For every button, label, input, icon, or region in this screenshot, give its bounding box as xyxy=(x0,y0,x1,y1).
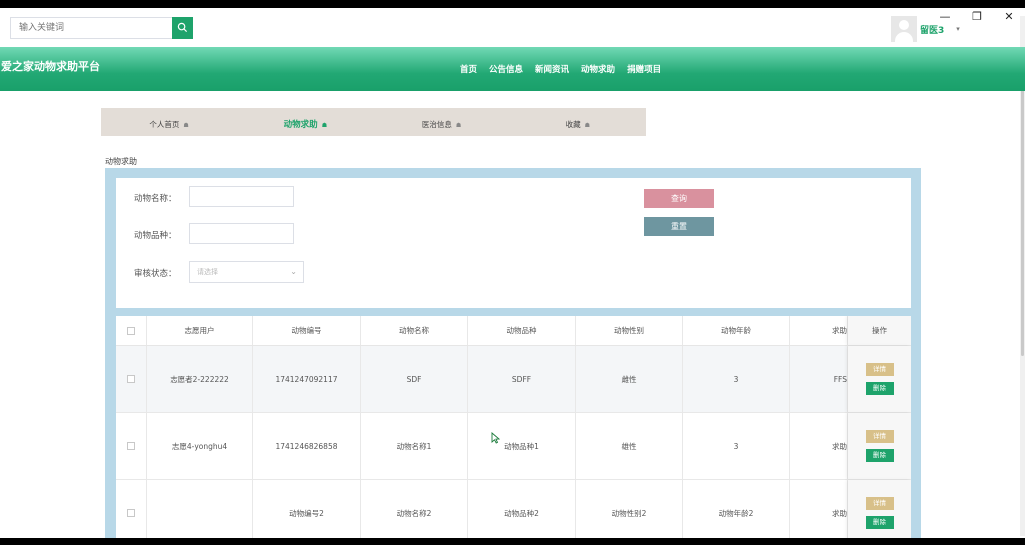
table-cell: 动物名称2 xyxy=(361,480,468,538)
home-icon: ☗ xyxy=(183,122,189,129)
animal-help-table: 志愿用户 动物编号 动物名称 动物品种 动物性别 动物年龄 求助 操作 志愿者2… xyxy=(116,316,911,538)
review-status-label: 审核状态： xyxy=(134,269,177,279)
column-header[interactable]: 志愿用户 xyxy=(147,316,253,345)
table-row: 志愿4-yonghu4 1741246826858 动物名称1 动物品种1 雄性… xyxy=(116,413,911,480)
restore-button[interactable]: ❐ xyxy=(961,8,993,30)
column-header[interactable]: 动物品种 xyxy=(468,316,576,345)
detail-button[interactable]: 详情 xyxy=(865,430,894,443)
table-cell: 求助 xyxy=(790,480,848,538)
row-select-cell xyxy=(116,346,147,412)
column-header[interactable]: 动物编号 xyxy=(253,316,361,345)
table-cell: SDFF xyxy=(468,346,576,412)
table-cell: FFS xyxy=(790,346,848,412)
content-panel: 动物名称： 动物品种： 审核状态： 请选择 ⌄ 查询 重置 志愿用户 动物编号 … xyxy=(105,168,921,538)
reset-button[interactable]: 重置 xyxy=(644,217,714,236)
select-all-cell xyxy=(116,316,147,345)
query-button[interactable]: 查询 xyxy=(644,189,714,208)
table-cell: 动物品种1 xyxy=(468,413,576,479)
scrollbar-thumb[interactable] xyxy=(1021,56,1024,356)
delete-button[interactable]: 删除 xyxy=(865,382,894,395)
column-header: 操作 xyxy=(848,316,911,345)
app-window: — ❐ ✕ 留医3 ▾ 爱之家动物求助平台 首页 公告信息 新闻资讯 动物求助 … xyxy=(0,8,1025,538)
table-row: 志愿者2-222222 1741247092117 SDF SDFF 雌性 3 … xyxy=(116,346,911,413)
site-header: 爱之家动物求助平台 首页 公告信息 新闻资讯 动物求助 捐赠项目 xyxy=(0,47,1025,91)
column-header[interactable]: 求助 xyxy=(790,316,848,345)
row-actions: 详情 删除 xyxy=(848,346,911,412)
row-actions: 详情 删除 xyxy=(848,413,911,479)
table-cell: 3 xyxy=(683,346,790,412)
select-placeholder: 请选择 xyxy=(197,268,218,276)
search-input[interactable] xyxy=(10,17,172,39)
column-header[interactable]: 动物性别 xyxy=(576,316,683,345)
tab-label: 医治信息 xyxy=(421,120,452,129)
user-center-tabs: 个人首页 ☗ 动物求助 ☗ 医治信息 ☗ 收藏 ☗ xyxy=(101,108,646,136)
username[interactable]: 留医3 xyxy=(920,23,944,36)
page-scrollbar[interactable] xyxy=(1020,16,1025,536)
tab-profile[interactable]: 个人首页 ☗ xyxy=(101,108,237,136)
column-header[interactable]: 动物名称 xyxy=(361,316,468,345)
row-checkbox[interactable] xyxy=(127,442,135,450)
table-cell: 1741247092117 xyxy=(253,346,361,412)
row-checkbox[interactable] xyxy=(127,509,135,517)
delete-button[interactable]: 删除 xyxy=(865,516,894,529)
nav-item-animal-help[interactable]: 动物求助 xyxy=(581,63,615,75)
table-row: 动物编号2 动物名称2 动物品种2 动物性别2 动物年龄2 求助 详情 删除 xyxy=(116,480,911,538)
chevron-down-icon: ⌄ xyxy=(290,267,297,276)
table-header: 志愿用户 动物编号 动物名称 动物品种 动物性别 动物年龄 求助 操作 xyxy=(116,316,911,346)
user-menu[interactable]: 留医3 ▾ xyxy=(891,16,960,42)
avatar xyxy=(891,16,917,42)
column-header[interactable]: 动物年龄 xyxy=(683,316,790,345)
chevron-down-icon[interactable]: ▾ xyxy=(956,25,960,33)
tab-treatment-info[interactable]: 医治信息 ☗ xyxy=(374,108,510,136)
table-cell: 动物编号2 xyxy=(253,480,361,538)
animal-breed-input[interactable] xyxy=(189,223,294,244)
table-cell: 动物年龄2 xyxy=(683,480,790,538)
search-button[interactable] xyxy=(172,17,193,39)
mouse-cursor-icon xyxy=(491,432,500,444)
home-icon: ☗ xyxy=(584,122,591,129)
table-cell: 雄性 xyxy=(576,413,683,479)
search-icon xyxy=(177,22,188,33)
table-cell: 动物名称1 xyxy=(361,413,468,479)
home-icon: ☗ xyxy=(455,122,462,129)
animal-name-input[interactable] xyxy=(189,186,294,207)
review-status-select[interactable]: 请选择 ⌄ xyxy=(189,261,304,283)
table-cell: 雌性 xyxy=(576,346,683,412)
table-cell: 求助 xyxy=(790,413,848,479)
detail-button[interactable]: 详情 xyxy=(865,363,894,376)
table-cell: 动物性别2 xyxy=(576,480,683,538)
nav-item-news[interactable]: 新闻资讯 xyxy=(535,63,569,75)
table-cell: 志愿4-yonghu4 xyxy=(147,413,253,479)
nav-item-donation[interactable]: 捐赠项目 xyxy=(627,63,661,75)
animal-name-label: 动物名称： xyxy=(134,194,177,204)
table-cell xyxy=(147,480,253,538)
site-title: 爱之家动物求助平台 xyxy=(1,60,100,73)
search-form: 动物名称： 动物品种： 审核状态： 请选择 ⌄ 查询 重置 xyxy=(116,178,911,308)
table-cell: 动物品种2 xyxy=(468,480,576,538)
main-nav: 首页 公告信息 新闻资讯 动物求助 捐赠项目 xyxy=(460,63,661,75)
row-checkbox[interactable] xyxy=(127,375,135,383)
delete-button[interactable]: 删除 xyxy=(865,449,894,462)
table-cell: 1741246826858 xyxy=(253,413,361,479)
row-select-cell xyxy=(116,480,147,538)
select-all-checkbox[interactable] xyxy=(127,326,135,335)
table-cell: 志愿者2-222222 xyxy=(147,346,253,412)
animal-breed-label: 动物品种： xyxy=(134,231,177,241)
tab-label: 动物求助 xyxy=(283,120,318,130)
tab-animal-help[interactable]: 动物求助 ☗ xyxy=(237,108,373,136)
row-select-cell xyxy=(116,413,147,479)
table-cell: SDF xyxy=(361,346,468,412)
page-title: 动物求助 xyxy=(105,157,137,166)
row-actions: 详情 删除 xyxy=(848,480,911,538)
table-cell: 3 xyxy=(683,413,790,479)
tab-favorites[interactable]: 收藏 ☗ xyxy=(510,108,646,136)
home-icon: ☗ xyxy=(321,122,328,129)
tab-label: 个人首页 xyxy=(149,120,180,129)
nav-item-home[interactable]: 首页 xyxy=(460,63,477,75)
detail-button[interactable]: 详情 xyxy=(865,497,894,510)
tab-label: 收藏 xyxy=(565,120,581,129)
nav-item-notices[interactable]: 公告信息 xyxy=(489,63,523,75)
